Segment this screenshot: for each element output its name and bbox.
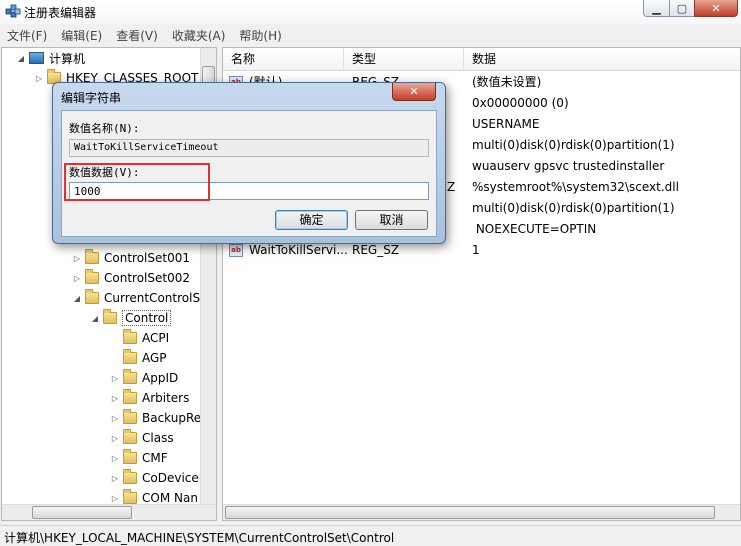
value-type: Z bbox=[447, 180, 456, 194]
column-header-data[interactable]: 数据 bbox=[464, 48, 740, 70]
menu-favorites[interactable]: 收藏夹(A) bbox=[165, 26, 233, 46]
close-icon: ✕ bbox=[409, 85, 419, 98]
collapse-arrow-icon[interactable]: ◢ bbox=[16, 54, 26, 63]
expand-arrow-icon[interactable]: ▷ bbox=[110, 414, 120, 423]
collapse-arrow-icon[interactable]: ◢ bbox=[72, 294, 82, 303]
tree-item-controlset002[interactable]: ▷ ControlSet002 bbox=[72, 268, 190, 288]
maximize-button[interactable]: ▢ bbox=[669, 0, 695, 17]
tree-item-arbiters[interactable]: ▷ Arbiters bbox=[110, 388, 189, 408]
red-highlight-annotation bbox=[64, 163, 210, 201]
tree-item-class[interactable]: ▷ Class bbox=[110, 428, 174, 448]
folder-icon bbox=[123, 389, 137, 404]
tree-item-label: Class bbox=[142, 431, 174, 445]
computer-icon bbox=[29, 52, 44, 64]
value-name-label: 数值名称(N): bbox=[69, 122, 140, 135]
tree-item-label: CurrentControlSe bbox=[104, 291, 208, 305]
column-header-name[interactable]: 名称 bbox=[223, 48, 344, 70]
status-path: 计算机\HKEY_LOCAL_MACHINE\SYSTEM\CurrentCon… bbox=[4, 531, 395, 545]
value-data: NOEXECUTE=OPTIN bbox=[472, 222, 597, 236]
tree-root-label: 计算机 bbox=[49, 51, 86, 66]
tree-item-label: AGP bbox=[142, 351, 167, 365]
expand-arrow-icon[interactable]: ▷ bbox=[72, 254, 82, 263]
list-horizontal-scrollbar[interactable] bbox=[223, 504, 740, 520]
tree-item-label: CoDeviceI bbox=[142, 471, 203, 485]
value-name-field: WaitToKillServiceTimeout bbox=[69, 139, 429, 157]
tree-item-label: Control bbox=[122, 310, 172, 326]
tree-item-codeviceinstallers[interactable]: ▷ CoDeviceI bbox=[110, 468, 202, 488]
window-title: 注册表编辑器 bbox=[24, 6, 97, 20]
tree-item-agp[interactable]: AGP bbox=[110, 348, 167, 368]
registry-app-icon bbox=[5, 4, 21, 18]
collapse-arrow-icon[interactable]: ◢ bbox=[90, 314, 100, 323]
string-value-icon: ab bbox=[229, 244, 243, 257]
maximize-icon: ▢ bbox=[676, 1, 688, 15]
tree-horizontal-scrollbar[interactable] bbox=[2, 504, 216, 520]
value-data: multi(0)disk(0)rdisk(0)partition(1) bbox=[472, 201, 675, 215]
value-data: wuauserv gpsvc trustedinstaller bbox=[472, 159, 665, 173]
list-horizontal-scroll-thumb[interactable] bbox=[225, 506, 715, 519]
dialog-close-button[interactable]: ✕ bbox=[392, 83, 436, 101]
folder-icon bbox=[123, 489, 137, 504]
tree-item-label: ControlSet001 bbox=[104, 251, 190, 265]
folder-icon bbox=[85, 269, 99, 284]
menu-bar: 文件(F) 编辑(E) 查看(V) 收藏夹(A) 帮助(H) bbox=[0, 26, 741, 46]
tree-item-label: ControlSet002 bbox=[104, 271, 190, 285]
column-header-type[interactable]: 类型 bbox=[344, 48, 464, 70]
tree-item-label: ACPI bbox=[142, 331, 170, 345]
expand-arrow-icon[interactable]: ▷ bbox=[110, 374, 120, 383]
menu-file[interactable]: 文件(F) bbox=[0, 26, 54, 46]
menu-edit[interactable]: 编辑(E) bbox=[54, 26, 109, 46]
menu-help[interactable]: 帮助(H) bbox=[232, 26, 288, 46]
registry-editor-window: 注册表编辑器 ▁ ▢ ✕ 文件(F) 编辑(E) 查看(V) 收藏夹(A) 帮助… bbox=[0, 0, 741, 546]
tree-item-label: Arbiters bbox=[142, 391, 190, 405]
expand-arrow-icon[interactable]: ▷ bbox=[110, 474, 120, 483]
expand-arrow-icon[interactable]: ▷ bbox=[110, 454, 120, 463]
value-data: 1 bbox=[472, 243, 480, 257]
expand-arrow-icon[interactable]: ▷ bbox=[72, 274, 82, 283]
value-data: multi(0)disk(0)rdisk(0)partition(1) bbox=[472, 138, 675, 152]
minimize-button[interactable]: ▁ bbox=[643, 0, 670, 17]
expand-arrow-icon[interactable]: ▷ bbox=[110, 434, 120, 443]
tree-item-currentcontrolset[interactable]: ◢ CurrentControlSe bbox=[72, 288, 207, 308]
menu-view[interactable]: 查看(V) bbox=[109, 26, 165, 46]
value-data: (数值未设置) bbox=[472, 75, 542, 89]
close-icon: ✕ bbox=[711, 1, 721, 15]
folder-icon bbox=[123, 469, 137, 484]
close-button[interactable]: ✕ bbox=[694, 0, 738, 17]
title-bar: 注册表编辑器 ▁ ▢ ✕ bbox=[0, 0, 741, 24]
cancel-button[interactable]: 取消 bbox=[355, 210, 428, 230]
minimize-icon: ▁ bbox=[652, 1, 661, 15]
tree-item-backuprestore[interactable]: ▷ BackupRe bbox=[110, 408, 201, 428]
folder-icon bbox=[123, 429, 137, 444]
list-header: 名称 类型 数据 bbox=[223, 48, 740, 71]
folder-open-icon bbox=[103, 309, 117, 324]
tree-item-label: AppID bbox=[142, 371, 179, 385]
folder-icon bbox=[123, 349, 137, 364]
value-data: USERNAME bbox=[472, 117, 540, 131]
tree-root[interactable]: ◢ 计算机 bbox=[16, 48, 85, 68]
folder-icon bbox=[85, 289, 99, 304]
value-data: 0x00000000 (0) bbox=[472, 96, 569, 110]
tree-item-label: COM Nan bbox=[142, 491, 198, 505]
tree-item-label: CMF bbox=[142, 451, 168, 465]
tree-item-acpi[interactable]: ACPI bbox=[110, 328, 169, 348]
expand-arrow-icon[interactable]: ▷ bbox=[34, 74, 44, 83]
folder-icon bbox=[123, 369, 137, 384]
tree-item-controlset001[interactable]: ▷ ControlSet001 bbox=[72, 248, 190, 268]
folder-icon bbox=[123, 409, 137, 424]
expand-arrow-icon[interactable]: ▷ bbox=[110, 494, 120, 503]
tree-item-control[interactable]: ◢ Control bbox=[90, 308, 172, 328]
tree-horizontal-scroll-thumb[interactable] bbox=[32, 506, 132, 519]
status-bar: 计算机\HKEY_LOCAL_MACHINE\SYSTEM\CurrentCon… bbox=[0, 525, 741, 546]
tree-item-cmf[interactable]: ▷ CMF bbox=[110, 448, 168, 468]
ok-button[interactable]: 确定 bbox=[275, 210, 348, 230]
dialog-title: 编辑字符串 bbox=[61, 91, 122, 105]
tree-item-label: BackupRe bbox=[142, 411, 202, 425]
tree-item-appid[interactable]: ▷ AppID bbox=[110, 368, 178, 388]
folder-icon bbox=[123, 329, 137, 344]
folder-icon bbox=[85, 249, 99, 264]
folder-icon bbox=[123, 449, 137, 464]
expand-arrow-icon[interactable]: ▷ bbox=[110, 394, 120, 403]
value-data: %systemroot%\system32\scext.dll bbox=[472, 180, 679, 194]
